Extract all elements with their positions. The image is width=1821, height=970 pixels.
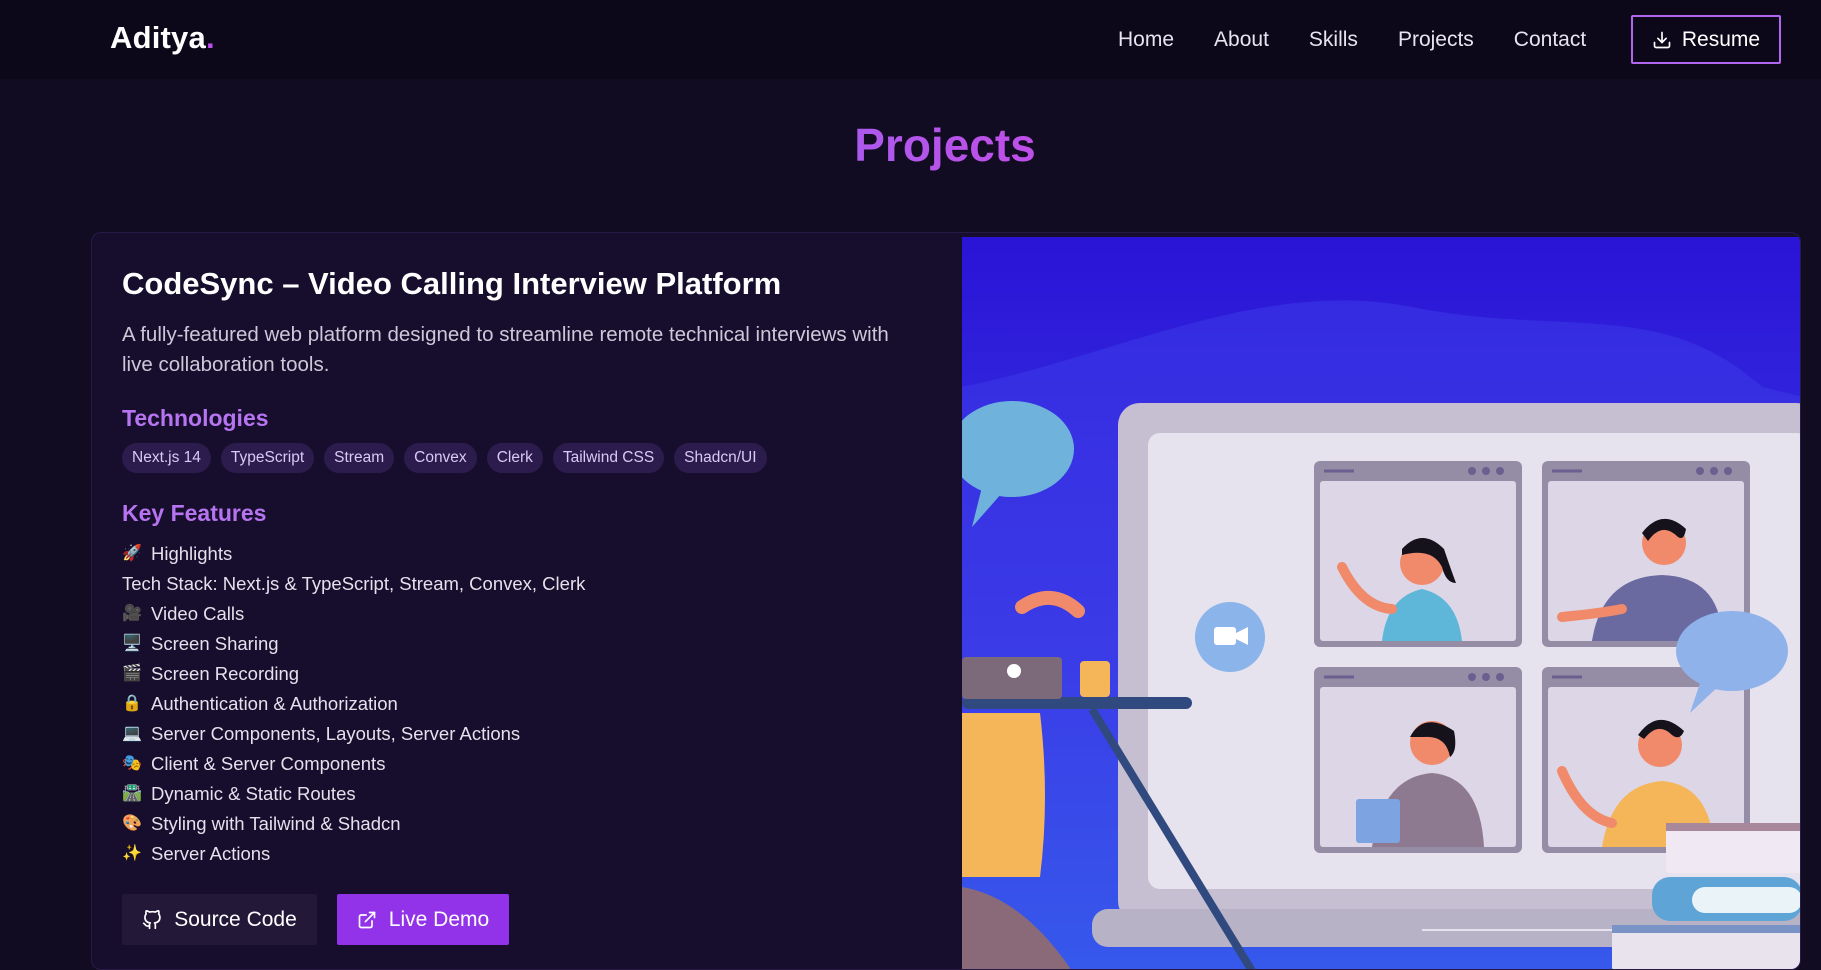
tech-tag: Tailwind CSS [552,443,665,473]
brand-dot: . [205,20,215,55]
nav-link-skills[interactable]: Skills [1309,28,1358,52]
tech-tag: Shadcn/UI [674,443,767,473]
section-title: Projects [0,118,1821,172]
project-description: A fully-featured web platform designed t… [122,323,889,376]
download-icon [1653,31,1671,48]
feature-text: Client & Server Components [151,753,386,774]
video-camera-icon: 🎥 [122,605,142,622]
feature-item: 🎥 Video Calls [122,599,585,629]
source-code-button[interactable]: Source Code [122,894,317,945]
feature-item: 🚀 Highlights [122,539,585,569]
feature-text: Screen Sharing [151,633,279,654]
monitor-icon: 🖥️ [122,635,142,652]
sparkles-icon: ✨ [122,845,142,862]
feature-item: 🛣️ Dynamic & Static Routes [122,779,585,809]
github-icon [143,909,161,929]
tech-tag: Convex [404,443,477,473]
feature-text: Video Calls [151,603,245,624]
rocket-icon: 🚀 [122,545,142,562]
feature-text: Screen Recording [151,663,300,684]
project-details: CodeSync – Video Calling Interview Platf… [92,233,962,969]
masks-icon: 🎭 [122,755,142,772]
source-code-label: Source Code [174,907,297,931]
tech-tag: Stream [324,443,395,473]
clapper-icon: 🎬 [122,665,142,682]
resume-button[interactable]: Resume [1631,15,1781,64]
project-card: CodeSync – Video Calling Interview Platf… [91,232,1801,970]
feature-text: Authentication & Authorization [151,693,398,714]
feature-item: Tech Stack: Next.js & TypeScript, Stream… [122,569,585,599]
road-icon: 🛣️ [122,785,142,802]
features-heading: Key Features [122,500,267,526]
tech-tag: Next.js 14 [122,443,211,473]
feature-item: 🎬 Screen Recording [122,659,585,689]
navbar: Aditya. Home About Skills Projects Conta… [0,0,1821,79]
palette-icon: 🎨 [122,815,142,832]
feature-item: 🎨 Styling with Tailwind & Shadcn [122,809,585,839]
nav-link-about[interactable]: About [1214,28,1269,52]
features-list: 🚀 Highlights Tech Stack: Next.js & TypeSc… [122,539,585,869]
feature-text: Server Actions [151,843,271,864]
resume-label: Resume [1681,27,1761,51]
video-call-illustration [962,237,1800,969]
laptop-icon: 💻 [122,725,142,742]
lock-icon: 🔒 [122,695,142,712]
feature-text: Highlights [151,543,233,564]
nav-link-contact[interactable]: Contact [1514,28,1586,52]
live-demo-label: Live Demo [388,907,490,931]
technology-tags: Next.js 14 TypeScript Stream Convex Cler… [122,443,767,473]
tech-tag: Clerk [486,443,543,473]
brand-logo[interactable]: Aditya. [110,20,215,56]
feature-item: 🎭 Client & Server Components [122,749,585,779]
brand-name: Aditya [110,20,206,55]
nav-link-projects[interactable]: Projects [1398,28,1474,52]
nav-links: Home About Skills Projects Contact [1118,0,1626,79]
tech-tag: TypeScript [220,443,315,473]
live-demo-button[interactable]: Live Demo [337,894,509,945]
feature-item: 💻 Server Components, Layouts, Server Acti… [122,719,585,749]
feature-text: Tech Stack: Next.js & TypeScript, Stream… [122,573,586,594]
feature-item: 🖥️ Screen Sharing [122,629,585,659]
project-title: CodeSync – Video Calling Interview Platf… [122,266,782,301]
feature-text: Server Components, Layouts, Server Actio… [151,723,521,744]
feature-text: Styling with Tailwind & Shadcn [151,813,401,834]
project-illustration [962,237,1800,969]
technologies-heading: Technologies [122,405,269,431]
external-link-icon [358,911,376,928]
feature-item: ✨ Server Actions [122,839,585,869]
nav-link-home[interactable]: Home [1118,28,1174,52]
feature-text: Dynamic & Static Routes [151,783,356,804]
feature-item: 🔒 Authentication & Authorization [122,689,585,719]
